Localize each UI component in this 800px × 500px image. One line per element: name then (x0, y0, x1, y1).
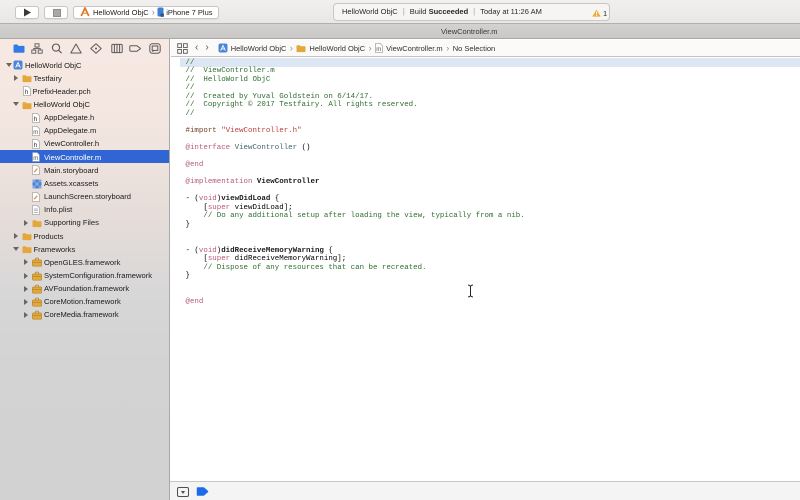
svg-text:m: m (376, 47, 381, 53)
svg-text:m: m (33, 130, 38, 136)
svg-text:m: m (33, 156, 38, 162)
svg-text:h: h (34, 116, 38, 123)
svg-text:h: h (24, 90, 28, 97)
svg-text:h: h (34, 142, 38, 149)
